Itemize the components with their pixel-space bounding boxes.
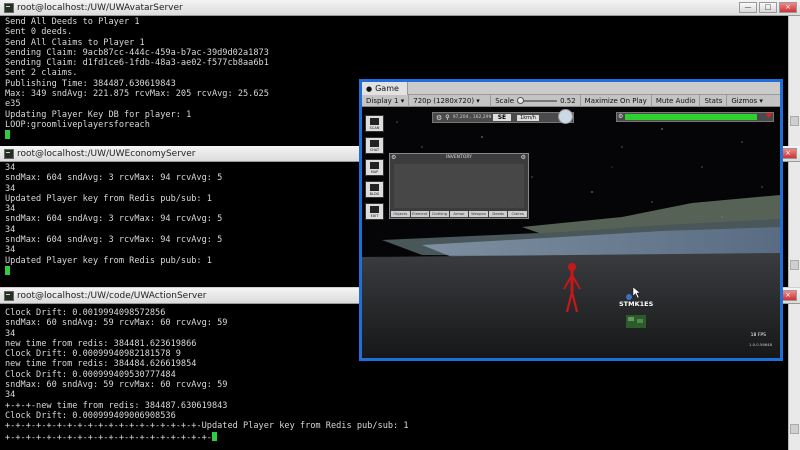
chevron-down-icon: ▾	[759, 96, 763, 105]
tab-armor[interactable]: Armor	[449, 211, 469, 217]
terminal-title: root@localhost:/UW/UWEconomyServer	[17, 148, 196, 159]
inventory-grid	[394, 164, 524, 208]
terminal-cursor	[5, 265, 10, 275]
health-bar: ⚙ ♥	[616, 112, 774, 122]
side-button-scan[interactable]: SCAN	[365, 115, 384, 132]
coordinates: 97,204 , 162,299	[452, 115, 492, 120]
scene-render	[362, 118, 780, 358]
terminal-icon	[4, 2, 14, 13]
health-bar-fill	[625, 114, 758, 120]
game-window: ● Game Display 1 ▾ 720p (1280x720) ▾ Scal…	[359, 79, 783, 361]
output-line: Clock Drift: 0.000999409006908536	[5, 410, 176, 421]
scrollbar-thumb[interactable]	[790, 116, 799, 126]
terminal-title: root@localhost:/UW/code/UWActionServer	[17, 290, 207, 301]
inventory-title: INVENTORY	[446, 155, 472, 160]
minimize-button[interactable]: —	[739, 2, 757, 13]
output-line: +-+-+-+-+-+-+-+-+-+-+-+-+-+-+-+-+-+-+-Up…	[5, 421, 409, 432]
maximize-button[interactable]: □	[759, 2, 777, 13]
game-tab-bar: ● Game	[362, 81, 780, 95]
version-readout: 1.0.0.56648	[749, 342, 772, 347]
compass-heading: SE	[492, 114, 512, 121]
game-tab-label: Game	[375, 83, 399, 93]
terminal-scrollbar[interactable]	[788, 162, 800, 287]
fps-readout: 18 FPS	[750, 333, 766, 338]
output-line: new time from redis: 384484.626619854	[5, 359, 197, 370]
terminal-scrollbar[interactable]	[788, 304, 800, 450]
output-line: Sending Claim: 9acb87cc-444c-459a-b7ac-3…	[5, 47, 269, 58]
world-icon[interactable]	[558, 109, 573, 124]
display-dropdown[interactable]: Display 1 ▾	[362, 94, 410, 107]
resolution-dropdown[interactable]: 720p (1280x720) ▾	[409, 94, 492, 107]
tab-claims[interactable]: Claims	[508, 211, 528, 217]
output-line: sndMax: 60 sndAvg: 59 rcvMax: 60 rcvAvg:…	[5, 380, 228, 391]
scale-slider-handle[interactable]	[517, 96, 525, 104]
stats-toggle[interactable]: Stats	[700, 94, 728, 107]
terminal-titlebar[interactable]: root@localhost:/UW/UWAvatarServer — □ ×	[0, 0, 800, 16]
output-line: Sent 2 claims.	[5, 68, 78, 79]
game-tab-icon: ●	[366, 84, 373, 93]
tab-game[interactable]: ● Game	[362, 81, 408, 95]
game-toolbar: Display 1 ▾ 720p (1280x720) ▾ Scale 0.52…	[362, 94, 780, 107]
output-line: +-+-+-new time from redis: 384487.630619…	[5, 400, 228, 411]
object-label: STMK1ES	[619, 300, 654, 308]
speed-readout: 1km/h	[517, 114, 539, 121]
scale-value: 0.52	[560, 96, 576, 105]
chevron-down-icon: ▾	[476, 96, 480, 105]
inventory-panel: ⚙ INVENTORY ⚙ Objects Element Clothing A…	[389, 153, 529, 219]
mute-audio-toggle[interactable]: Mute Audio	[652, 94, 701, 107]
gear-icon[interactable]: ⚙	[521, 154, 526, 161]
scale-control: Scale 0.52	[491, 94, 581, 107]
display-label: Display 1	[366, 96, 399, 105]
terminal-icon	[4, 290, 14, 301]
maximize-on-play-toggle[interactable]: Maximize On Play	[581, 94, 652, 107]
tab-weapon[interactable]: Weapon	[469, 211, 488, 217]
resolution-label: 720p (1280x720)	[413, 96, 475, 105]
scrollbar-thumb[interactable]	[790, 260, 799, 270]
tab-objects[interactable]: Objects	[391, 211, 410, 217]
terminal-icon	[4, 148, 14, 159]
close-icon[interactable]: ⚙	[391, 154, 396, 161]
gizmos-label: Gizmos	[731, 96, 758, 105]
output-line: Sent 0 deeds.	[5, 27, 73, 38]
output-line: Sending Claim: d1fd1ce6-1fdb-48a3-ae02-f…	[5, 58, 269, 69]
scale-slider[interactable]	[517, 96, 558, 104]
tab-deeds[interactable]: Deeds	[488, 211, 508, 217]
terminal-scrollbar[interactable]	[788, 16, 800, 146]
side-button-bldg[interactable]: BLDG	[365, 181, 384, 198]
terminal-cursor	[5, 130, 10, 140]
scrollbar-thumb[interactable]	[790, 424, 799, 434]
terminal-cursor	[211, 431, 217, 441]
output-line: +-+-+-+-+-+-+-+-+-+-+-+-+-+-+-+-+-+-+-+-	[5, 432, 212, 443]
side-button-chat[interactable]: CHAT	[365, 137, 384, 154]
tab-clothing[interactable]: Clothing	[430, 211, 449, 217]
terminal-title: root@localhost:/UW/UWAvatarServer	[17, 2, 183, 13]
location-pin-icon: ⚲	[445, 114, 450, 121]
output-line: Send All Claims to Player 1	[5, 37, 145, 48]
close-button[interactable]: ×	[779, 2, 797, 13]
heart-icon: ♥	[765, 112, 772, 120]
compass-bar: ⚙ ⚲ 97,204 , 162,299 SE 1km/h	[432, 112, 574, 123]
gizmos-dropdown[interactable]: Gizmos ▾	[727, 95, 767, 107]
output-line: Clock Drift: 0.000999409530777484	[5, 369, 176, 380]
game-viewport[interactable]: SCAN CHAT MAP BLDG EXIT ⚙ ⚲ 97,204 , 162…	[362, 107, 780, 358]
output-line: 34	[5, 390, 16, 401]
output-line: Send All Deeds to Player 1	[5, 17, 140, 27]
tab-element[interactable]: Element	[410, 211, 430, 217]
gear-icon[interactable]: ⚙	[618, 113, 623, 120]
gear-icon[interactable]: ⚙	[436, 114, 442, 122]
inventory-tabs: Objects Element Clothing Armor Weapon De…	[391, 211, 528, 217]
side-button-map[interactable]: MAP	[365, 159, 384, 176]
side-button-exit[interactable]: EXIT	[365, 203, 384, 220]
chevron-down-icon: ▾	[400, 96, 405, 105]
scale-label: Scale	[495, 96, 515, 105]
